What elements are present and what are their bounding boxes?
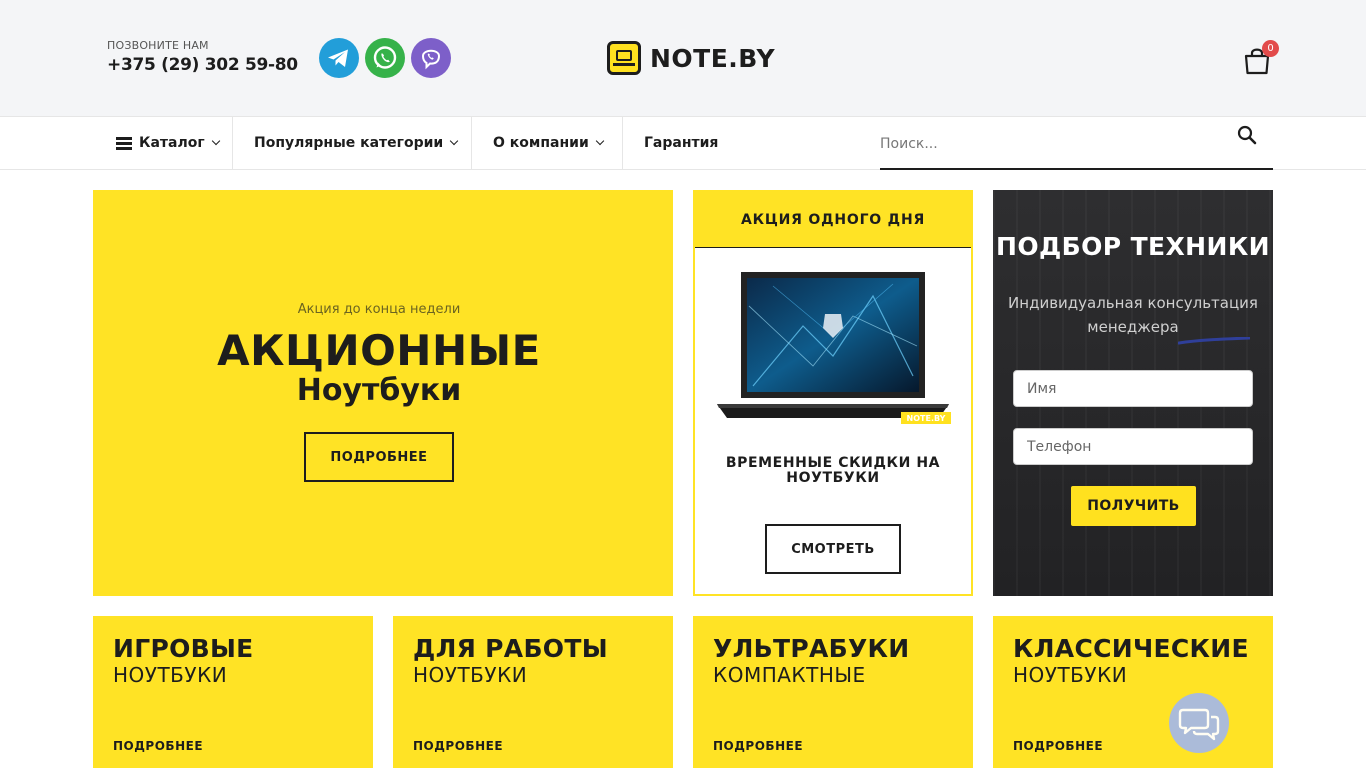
card-title: ИГРОВЫЕ (113, 634, 254, 663)
nav-catalog[interactable]: Каталог (116, 117, 220, 169)
chat-widget-button[interactable] (1169, 693, 1229, 753)
nav-about-label: О компании (493, 135, 589, 151)
brush-underline-icon (1178, 337, 1250, 345)
card-title: ДЛЯ РАБОТЫ (413, 634, 608, 663)
category-card-gaming[interactable]: ИГРОВЫЕ НОУТБУКИ ПОДРОБНЕЕ (93, 616, 373, 768)
consultation-subtitle: Индивидуальная консультация менеджера (1008, 294, 1258, 336)
deal-view-button[interactable]: СМОТРЕТЬ (765, 524, 901, 574)
card-subtitle: НОУТБУКИ (113, 663, 228, 687)
search-bar (880, 117, 1273, 170)
search-icon[interactable] (1237, 125, 1257, 145)
search-input[interactable] (880, 129, 1220, 159)
chevron-down-icon (595, 136, 605, 146)
consultation-form-panel: ПОДБОР ТЕХНИКИ Индивидуальная консультац… (993, 190, 1273, 596)
viber-icon[interactable] (411, 38, 451, 78)
phone-number-link[interactable]: +375 (29) 302 59-80 (107, 55, 298, 75)
cart-count-badge: 0 (1262, 40, 1279, 57)
image-badge: NOTE.BY (907, 414, 946, 423)
deal-header: АКЦИЯ ОДНОГО ДНЯ (695, 192, 971, 248)
consultation-title: ПОДБОР ТЕХНИКИ (996, 232, 1270, 261)
card-title: КЛАССИЧЕСКИЕ (1013, 634, 1249, 663)
nav-warranty-label: Гарантия (644, 135, 719, 151)
nav-divider (471, 117, 472, 169)
menu-icon (116, 136, 132, 150)
chevron-down-icon (211, 136, 220, 146)
promo-title-secondary: Ноутбуки (296, 373, 462, 408)
card-details-link[interactable]: ПОДРОБНЕЕ (413, 739, 503, 753)
card-subtitle: НОУТБУКИ (1013, 663, 1128, 687)
card-details-link[interactable]: ПОДРОБНЕЕ (1013, 739, 1103, 753)
top-header: ПОЗВОНИТЕ НАМ +375 (29) 302 59-80 NOTE.B… (0, 0, 1366, 116)
card-title: УЛЬТРАБУКИ (713, 634, 910, 663)
nav-divider (232, 117, 233, 169)
category-card-classic[interactable]: КЛАССИЧЕСКИЕ НОУТБУКИ ПОДРОБНЕЕ (993, 616, 1273, 768)
whatsapp-icon[interactable] (365, 38, 405, 78)
nav-catalog-label: Каталог (139, 135, 205, 151)
deal-of-day-card: АКЦИЯ ОДНОГО ДНЯ NOTE.BY ВРЕМЕННЫЕ СКИДК… (693, 190, 973, 596)
site-logo[interactable]: NOTE.BY (607, 41, 775, 75)
nav-divider (622, 117, 623, 169)
chevron-down-icon (449, 136, 459, 146)
promo-banner[interactable]: Акция до конца недели АКЦИОННЫЕ Ноутбуки… (93, 190, 673, 596)
laptop-logo-icon (607, 41, 641, 75)
laptop-image[interactable]: NOTE.BY (713, 266, 953, 426)
main-nav: Каталог Популярные категории О компании … (0, 116, 1366, 170)
nav-popular-label: Популярные категории (254, 135, 444, 151)
nav-about[interactable]: О компании (493, 117, 605, 169)
nav-warranty[interactable]: Гарантия (644, 117, 718, 169)
logo-text: NOTE.BY (650, 43, 776, 73)
call-us-label: ПОЗВОНИТЕ НАМ (107, 39, 209, 52)
card-details-link[interactable]: ПОДРОБНЕЕ (113, 739, 203, 753)
get-consultation-button[interactable]: ПОЛУЧИТЬ (1071, 486, 1196, 526)
card-subtitle: НОУТБУКИ (413, 663, 528, 687)
telegram-icon[interactable] (319, 38, 359, 78)
chat-icon (1178, 708, 1220, 741)
phone-field[interactable] (1013, 428, 1253, 465)
promo-details-button[interactable]: ПОДРОБНЕЕ (304, 432, 454, 482)
promo-subtitle: Акция до конца недели (297, 302, 461, 317)
promo-title: АКЦИОННЫЕ (217, 326, 541, 375)
name-field[interactable] (1013, 370, 1253, 407)
category-card-ultrabooks[interactable]: УЛЬТРАБУКИ КОМПАКТНЫЕ ПОДРОБНЕЕ (693, 616, 973, 768)
deal-title: ВРЕМЕННЫЕ СКИДКИ НА НОУТБУКИ (725, 455, 941, 486)
card-subtitle: КОМПАКТНЫЕ (713, 663, 866, 687)
nav-popular-categories[interactable]: Популярные категории (254, 117, 459, 169)
card-details-link[interactable]: ПОДРОБНЕЕ (713, 739, 803, 753)
category-card-work[interactable]: ДЛЯ РАБОТЫ НОУТБУКИ ПОДРОБНЕЕ (393, 616, 673, 768)
